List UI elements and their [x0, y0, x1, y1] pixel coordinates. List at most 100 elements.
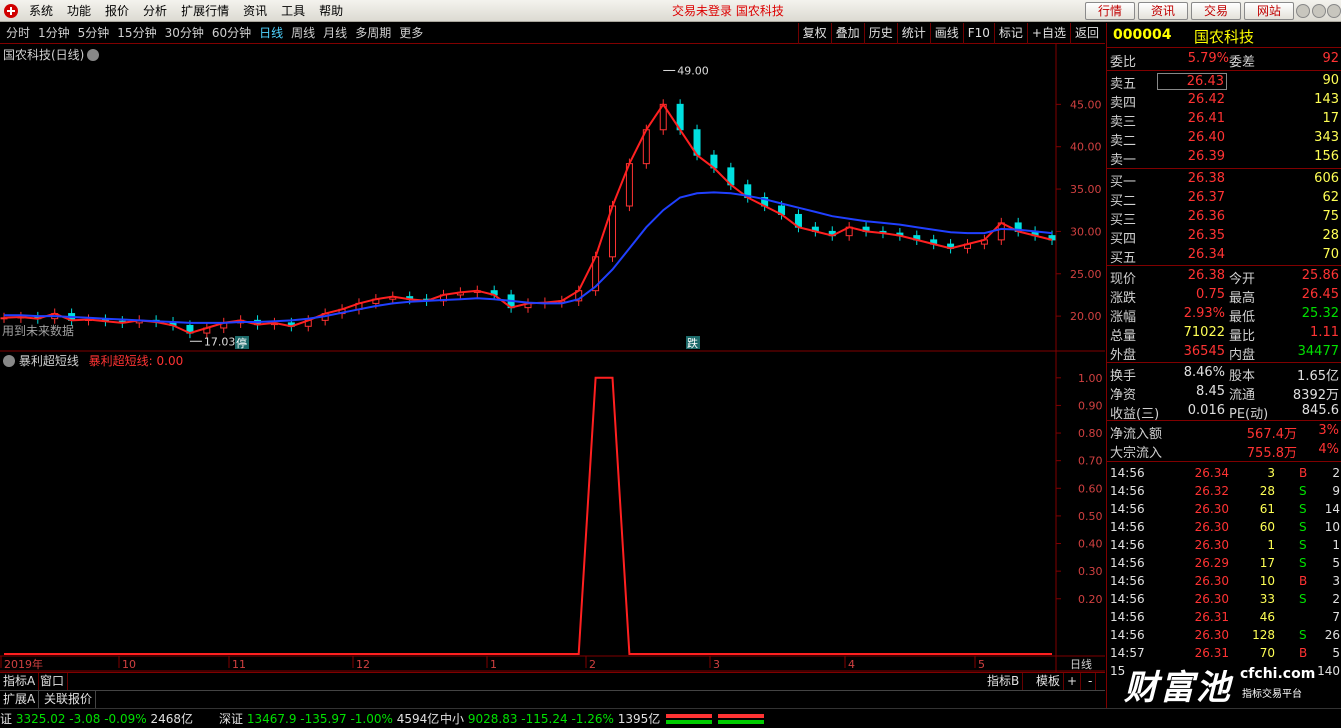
tool-button-4[interactable]: 画线: [929, 23, 963, 44]
flow-label: 净流入额: [1110, 427, 1163, 442]
menu-item-6[interactable]: 工具: [274, 0, 312, 22]
bid-price: 26.35: [1187, 228, 1225, 243]
tab-template[interactable]: 模板: [1033, 673, 1065, 690]
tick-side: S: [1299, 628, 1307, 642]
watermark-subtitle: 指标交易平台: [1242, 689, 1302, 700]
bid-row[interactable]: 买四 26.35 28: [1107, 227, 1341, 247]
drop-marker: 跌: [686, 336, 700, 350]
candle: [524, 298, 532, 313]
main-chart-title[interactable]: 国农科技(日线): [3, 46, 100, 63]
close-icon[interactable]: [1327, 4, 1341, 18]
menu-item-5[interactable]: 资讯: [236, 0, 274, 22]
fundamental-row: 净资 8.45 流通 8392万: [1107, 383, 1341, 403]
bid-row[interactable]: 买二 26.37 62: [1107, 189, 1341, 209]
quote-value: 1.11: [1310, 325, 1339, 340]
period-tab-8[interactable]: 月线: [319, 23, 351, 44]
top-button-1[interactable]: 资讯: [1138, 2, 1188, 20]
period-tab-10[interactable]: 更多: [395, 23, 427, 44]
tab-indicator-b[interactable]: 指标B: [984, 673, 1024, 690]
ask-price: 26.42: [1187, 92, 1225, 107]
period-tab-6[interactable]: 日线: [255, 23, 287, 44]
menu-item-2[interactable]: 报价: [98, 0, 136, 22]
stock-name: 国农科技: [1194, 28, 1255, 46]
tick-row: 14:56 26.30 61 S 14: [1107, 501, 1341, 519]
tool-button-6[interactable]: 标记: [993, 23, 1027, 44]
menu-item-0[interactable]: 系统: [22, 0, 60, 22]
chart-area[interactable]: 45.00 40.00 35.00 30.00 25.00 20.00 1.00 0.90 0.…: [0, 44, 1105, 674]
ask-row[interactable]: 卖四 26.42 143: [1107, 91, 1341, 111]
tab-extension-a[interactable]: 扩展A: [0, 691, 40, 708]
y-tick-label: 30.00: [1070, 225, 1102, 238]
menu-item-7[interactable]: 帮助: [312, 0, 350, 22]
ask-price: 26.39: [1187, 149, 1225, 164]
period-tab-9[interactable]: 多周期: [351, 23, 395, 44]
tab-related-quotes[interactable]: 关联报价: [41, 691, 97, 708]
period-tab-7[interactable]: 周线: [287, 23, 319, 44]
quote-value: 2.93%: [1183, 306, 1225, 321]
tick-side: S: [1299, 556, 1307, 570]
tick-row: 14:56 26.30 60 S 10: [1107, 519, 1341, 537]
period-tab-0[interactable]: 分时: [2, 23, 34, 44]
top-button-2[interactable]: 交易: [1191, 2, 1241, 20]
main-chart-title-text: 国农科技(日线): [3, 48, 85, 62]
menu-item-1[interactable]: 功能: [60, 0, 98, 22]
fund-label: 流通: [1229, 388, 1256, 403]
period-tab-1[interactable]: 1分钟: [34, 23, 74, 44]
svg-text:跌: 跌: [687, 336, 698, 350]
tool-button-3[interactable]: 统计: [896, 23, 930, 44]
maximize-icon[interactable]: [1312, 4, 1326, 18]
tool-button-8[interactable]: 返回: [1069, 23, 1103, 44]
tool-button-1[interactable]: 叠加: [830, 23, 864, 44]
zx-index[interactable]: 中小 9028.83 -115.24 -1.26% 1395亿: [440, 709, 660, 728]
candle: [794, 209, 802, 233]
period-tab-3[interactable]: 15分钟: [113, 23, 160, 44]
bid-row[interactable]: 买三 26.36 75: [1107, 208, 1341, 228]
candle: [811, 222, 819, 237]
period-tab-4[interactable]: 30分钟: [161, 23, 208, 44]
chevron-down-icon[interactable]: [3, 355, 15, 367]
bid-price: 26.38: [1187, 171, 1225, 186]
tab-window[interactable]: 窗口: [37, 673, 69, 690]
ask-row[interactable]: 卖一 26.39 156: [1107, 148, 1341, 168]
top-button-0[interactable]: 行情: [1085, 2, 1135, 20]
bid-row[interactable]: 买五 26.34 70: [1107, 246, 1341, 266]
zoom-out-button[interactable]: -: [1085, 673, 1097, 690]
menu-item-4[interactable]: 扩展行情: [174, 0, 236, 22]
tick-row: 14:56 26.30 128 S 26: [1107, 627, 1341, 645]
tick-row: 14:56 26.30 1 S 1: [1107, 537, 1341, 555]
tick-row: 14:56 26.31 46 7: [1107, 609, 1341, 627]
menu-item-3[interactable]: 分析: [136, 0, 174, 22]
ask-label: 卖三: [1110, 115, 1137, 130]
tick-volume: 3: [1267, 466, 1275, 480]
ask-row[interactable]: 卖三 26.41 17: [1107, 110, 1341, 130]
period-tab-2[interactable]: 5分钟: [74, 23, 114, 44]
tool-button-7[interactable]: +自选: [1026, 23, 1070, 44]
tick-volume: 128: [1252, 628, 1275, 642]
quote-value: 36545: [1183, 344, 1225, 359]
fund-value: 8.45: [1196, 384, 1225, 399]
tool-button-0[interactable]: 复权: [797, 23, 831, 44]
ask-row[interactable]: 卖二 26.40 343: [1107, 129, 1341, 149]
indicator-title[interactable]: 暴利超短线 暴利超短线: 0.00: [3, 352, 183, 369]
period-tab-5[interactable]: 60分钟: [208, 23, 255, 44]
tool-button-2[interactable]: 历史: [863, 23, 897, 44]
bid-row[interactable]: 买一 26.38 606: [1107, 170, 1341, 190]
top-button-3[interactable]: 网站: [1244, 2, 1294, 20]
minimize-icon[interactable]: [1296, 4, 1310, 18]
flow-percent: 4%: [1318, 442, 1339, 457]
svg-text:停: 停: [236, 336, 247, 350]
tick-row: 14:56 26.29 17 S 5: [1107, 555, 1341, 573]
quote-value: 25.32: [1301, 306, 1339, 321]
tool-button-5[interactable]: F10: [962, 23, 994, 44]
ask-row[interactable]: 卖五 26.43 90: [1107, 72, 1341, 92]
chevron-down-icon[interactable]: [87, 49, 100, 61]
zoom-in-button[interactable]: +: [1064, 673, 1082, 690]
quote-panel: 000004 国农科技 委比 5.79% 委差 92 卖五 26.43 90 卖四 26…: [1106, 23, 1341, 708]
sh-index[interactable]: 证 3325.02 -3.08 -0.09% 2468亿: [0, 709, 193, 728]
tick-count: 3: [1332, 574, 1340, 588]
tab-indicator-a[interactable]: 指标A: [0, 673, 40, 690]
quote-label: 总量: [1110, 329, 1137, 344]
quote-value: 26.45: [1301, 287, 1339, 302]
sz-index[interactable]: 深证 13467.9 -135.97 -1.00% 4594亿: [219, 709, 439, 728]
y-tick-label: 20.00: [1070, 310, 1102, 323]
